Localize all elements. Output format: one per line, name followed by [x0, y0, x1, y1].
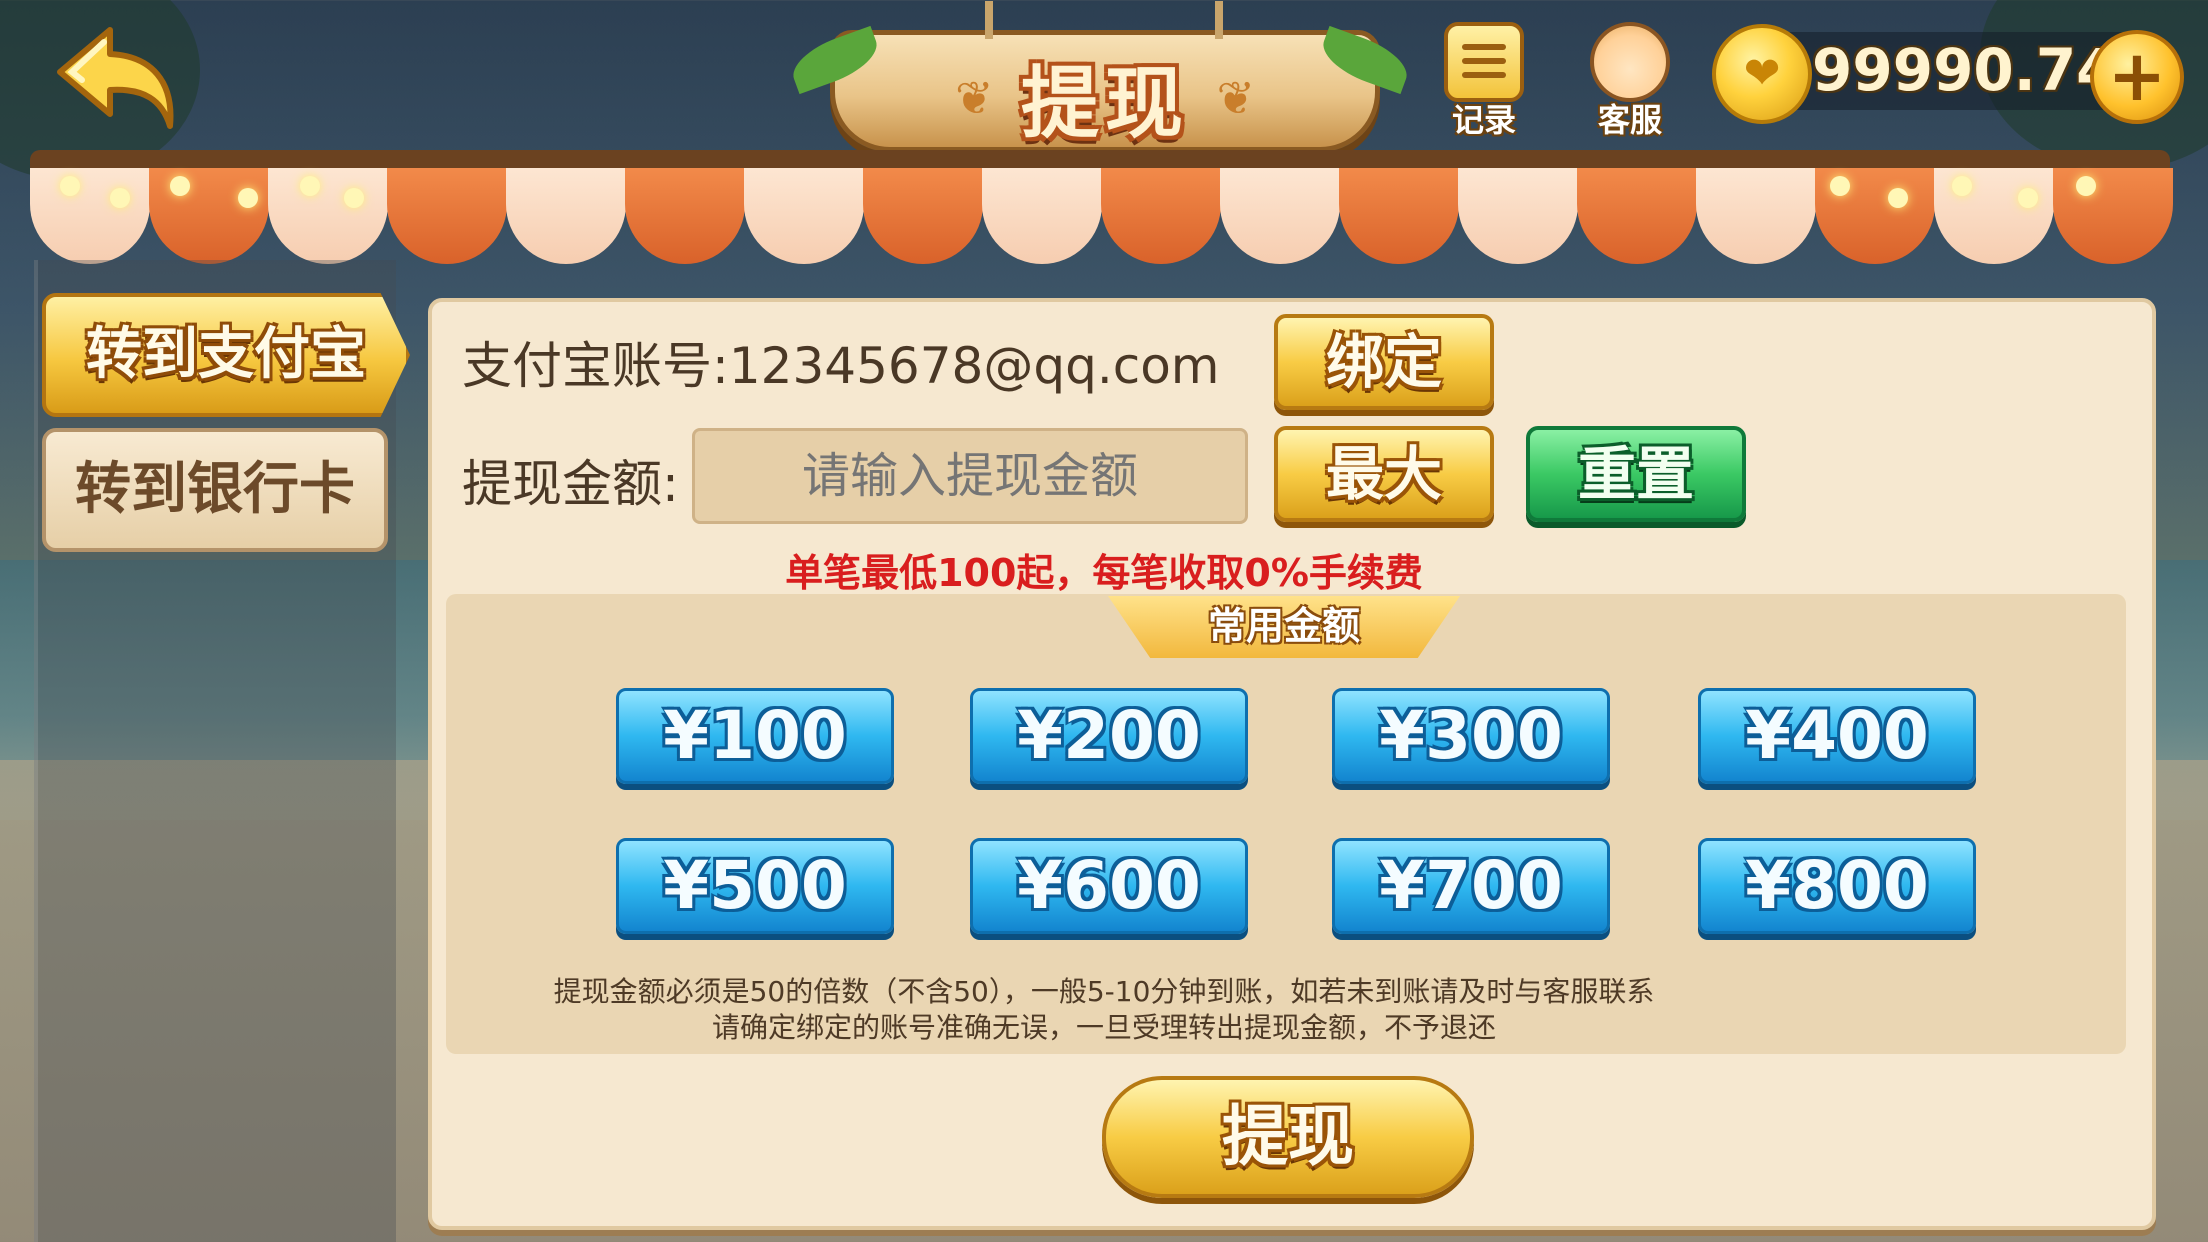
- max-button[interactable]: 最大: [1274, 426, 1494, 522]
- awning-scallop: [2053, 168, 2173, 264]
- balance-value: 99990.74: [1812, 36, 2117, 104]
- add-funds-button[interactable]: +: [2090, 30, 2184, 124]
- tab-alipay[interactable]: 转到支付宝: [42, 293, 410, 417]
- awning-scallop: [744, 168, 864, 264]
- bind-button[interactable]: 绑定: [1274, 314, 1494, 410]
- rule-text: 提现金额必须是50的倍数（不含50），一般5-10分钟到账，如若未到账请及时与客…: [553, 975, 1655, 1008]
- string-light: [2018, 188, 2038, 208]
- awning-scallop: [1339, 168, 1459, 264]
- tab-bank-card[interactable]: 转到银行卡: [42, 428, 388, 552]
- awning-scallop: [625, 168, 745, 264]
- fee-note: 单笔最低100起，每笔收取0%手续费: [785, 551, 1423, 595]
- withdraw-submit-button[interactable]: 提现: [1102, 1076, 1474, 1198]
- back-arrow-icon: [57, 27, 174, 129]
- amount-label: 提现金额:: [462, 455, 679, 513]
- amount-500-button[interactable]: ¥500: [616, 838, 894, 934]
- preset-title: 常用金额: [1108, 596, 1460, 658]
- service-agent-icon: [1590, 22, 1670, 102]
- string-light: [300, 176, 320, 196]
- awning-scallop: [1696, 168, 1816, 264]
- amount-600-button[interactable]: ¥600: [970, 838, 1248, 934]
- string-light: [238, 188, 258, 208]
- records-button[interactable]: 记录: [1434, 22, 1534, 138]
- records-label: 记录: [1451, 101, 1516, 139]
- awning-scallop: [1220, 168, 1340, 264]
- back-button[interactable]: [52, 22, 182, 132]
- awning-scallop: [1458, 168, 1578, 264]
- awning-scallop: [982, 168, 1102, 264]
- awning-scallop: [387, 168, 507, 264]
- reset-button[interactable]: 重置: [1526, 426, 1746, 522]
- clipboard-icon: [1444, 22, 1524, 102]
- string-light: [110, 188, 130, 208]
- plus-icon: +: [2107, 35, 2167, 117]
- string-light: [1888, 188, 1908, 208]
- amount-800-button[interactable]: ¥800: [1698, 838, 1976, 934]
- amount-700-button[interactable]: ¥700: [1332, 838, 1610, 934]
- rope: [985, 1, 993, 39]
- amount-input[interactable]: [692, 428, 1248, 524]
- awning-scallop: [149, 168, 269, 264]
- awning-scallop: [506, 168, 626, 264]
- string-light: [344, 188, 364, 208]
- customer-service-button[interactable]: 客服: [1580, 22, 1680, 138]
- rope: [1215, 1, 1223, 39]
- alipay-account-label: 支付宝账号:12345678@qq.com: [462, 337, 1220, 395]
- awning-scallop: [1101, 168, 1221, 264]
- awning-scallop: [1577, 168, 1697, 264]
- amount-100-button[interactable]: ¥100: [616, 688, 894, 784]
- awning-scallop: [863, 168, 983, 264]
- page-title: 提现: [1020, 59, 1189, 149]
- string-light: [1830, 176, 1850, 196]
- rule-text: 请确定绑定的账号准确无误，一旦受理转出提现金额，不予退还: [711, 1011, 1496, 1044]
- string-light: [2076, 176, 2096, 196]
- amount-300-button[interactable]: ¥300: [1332, 688, 1610, 784]
- wheat-icon: ❦: [1216, 71, 1255, 125]
- amount-200-button[interactable]: ¥200: [970, 688, 1248, 784]
- awning-scallop: [268, 168, 388, 264]
- title-board: ❦ 提现 ❦: [830, 1, 1380, 152]
- string-light: [1952, 176, 1972, 196]
- service-label: 客服: [1597, 101, 1662, 139]
- awning-scallop: [30, 168, 150, 264]
- amount-400-button[interactable]: ¥400: [1698, 688, 1976, 784]
- coin-icon: ❤: [1712, 24, 1812, 124]
- string-light: [60, 176, 80, 196]
- string-light: [170, 176, 190, 196]
